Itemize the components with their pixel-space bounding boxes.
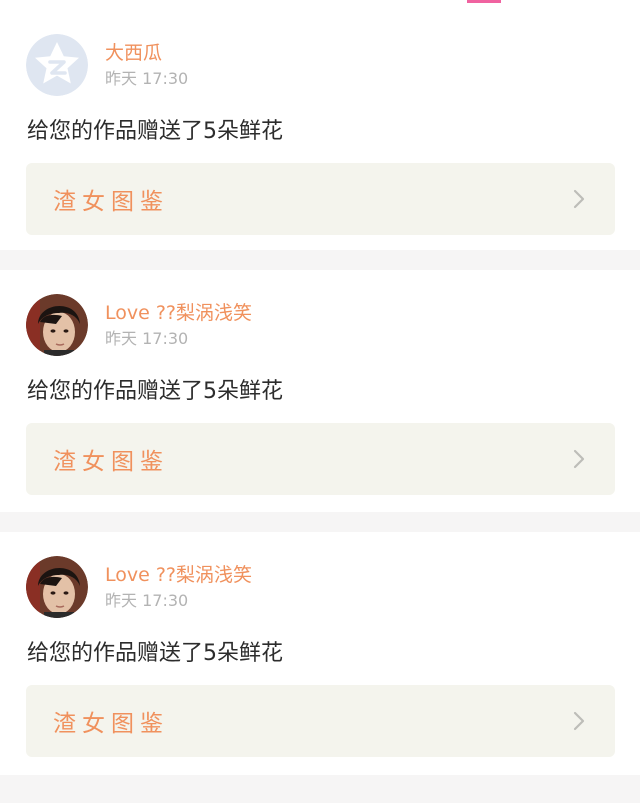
notification-meta: Love ??梨涡浅笑 昨天 17:30 — [105, 563, 252, 611]
divider — [0, 250, 640, 270]
divider — [0, 512, 640, 532]
avatar[interactable] — [26, 294, 88, 356]
notification-card: Love ??梨涡浅笑 昨天 17:30 给您的作品赠送了5朵鲜花 渣女图鉴 — [0, 270, 640, 512]
divider — [0, 775, 640, 803]
timestamp: 昨天 17:30 — [105, 69, 189, 88]
star-avatar-icon — [26, 34, 88, 96]
notification-message: 给您的作品赠送了5朵鲜花 — [27, 379, 283, 404]
work-link[interactable]: 渣女图鉴 — [26, 423, 615, 495]
work-title: 渣女图鉴 — [53, 189, 169, 215]
user-photo-avatar-icon — [26, 556, 88, 618]
work-link[interactable]: 渣女图鉴 — [26, 685, 615, 757]
notification-header: 大西瓜 昨天 17:30 — [26, 34, 188, 96]
avatar[interactable] — [26, 556, 88, 618]
chevron-right-icon — [573, 449, 585, 469]
avatar[interactable] — [26, 34, 88, 96]
notification-meta: 大西瓜 昨天 17:30 — [105, 41, 188, 89]
timestamp: 昨天 17:30 — [105, 591, 189, 610]
notification-card: 大西瓜 昨天 17:30 给您的作品赠送了5朵鲜花 渣女图鉴 — [0, 10, 640, 250]
work-title: 渣女图鉴 — [53, 711, 169, 737]
notification-meta: Love ??梨涡浅笑 昨天 17:30 — [105, 301, 252, 349]
chevron-right-icon — [573, 189, 585, 209]
chevron-right-icon — [573, 711, 585, 731]
notification-card: Love ??梨涡浅笑 昨天 17:30 给您的作品赠送了5朵鲜花 渣女图鉴 — [0, 532, 640, 775]
notification-header: Love ??梨涡浅笑 昨天 17:30 — [26, 294, 252, 356]
notification-message: 给您的作品赠送了5朵鲜花 — [27, 641, 283, 666]
notification-message: 给您的作品赠送了5朵鲜花 — [27, 119, 283, 144]
work-link[interactable]: 渣女图鉴 — [26, 163, 615, 235]
user-photo-avatar-icon — [26, 294, 88, 356]
work-title: 渣女图鉴 — [53, 449, 169, 475]
username[interactable]: 大西瓜 — [105, 41, 188, 65]
top-indicator — [467, 0, 501, 3]
top-strip — [0, 0, 640, 10]
username[interactable]: Love ??梨涡浅笑 — [105, 563, 252, 587]
notification-header: Love ??梨涡浅笑 昨天 17:30 — [26, 556, 252, 618]
username[interactable]: Love ??梨涡浅笑 — [105, 301, 252, 325]
timestamp: 昨天 17:30 — [105, 329, 189, 348]
